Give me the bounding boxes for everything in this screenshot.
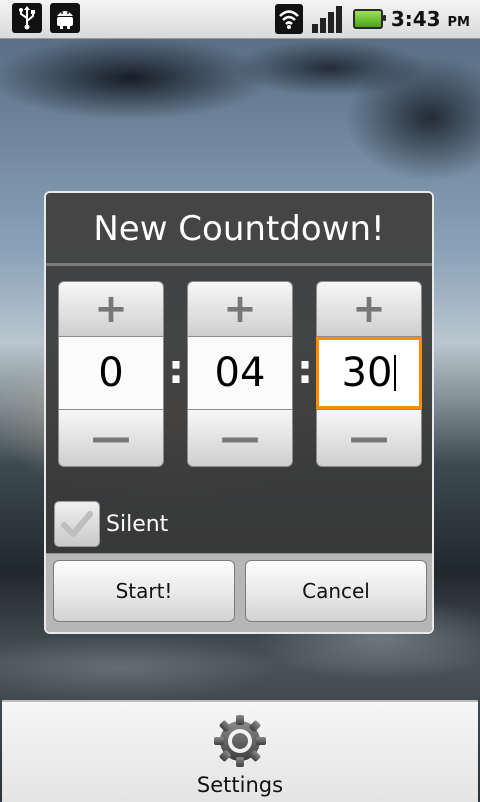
plus-icon: + (352, 286, 386, 332)
settings-gear-icon (214, 715, 266, 767)
minutes-input[interactable]: 04 (187, 337, 293, 409)
seconds-decrement-button[interactable]: — (316, 409, 422, 467)
checkmark-icon (61, 511, 93, 537)
hours-increment-button[interactable]: + (58, 281, 164, 337)
android-debug-icon (50, 3, 80, 33)
time-pickers: + 0 — : + 04 — : + 30 — (46, 281, 432, 471)
cancel-button[interactable]: Cancel (245, 560, 427, 622)
signal-icon (311, 4, 345, 34)
status-bar: 3:43 PM (0, 0, 480, 39)
hours-input[interactable]: 0 (58, 337, 164, 409)
battery-icon (352, 9, 386, 29)
separator-colon: : (168, 347, 184, 393)
silent-label: Silent (106, 511, 169, 537)
status-clock: 3:43 PM (391, 7, 470, 31)
plus-icon: + (223, 286, 257, 332)
options-menu: Settings (2, 700, 478, 802)
dialog-button-bar: Start! Cancel (46, 553, 432, 632)
usb-icon (12, 3, 42, 33)
seconds-input[interactable]: 30 (316, 337, 422, 409)
seconds-picker: + 30 — (316, 281, 422, 467)
text-caret (394, 355, 397, 391)
hours-picker: + 0 — (58, 281, 164, 467)
clock-ampm: PM (447, 15, 470, 30)
wifi-icon (274, 4, 303, 34)
minus-icon: — (349, 415, 389, 461)
new-countdown-dialog: New Countdown! + 0 — : + 04 —: + 30 — S… (44, 191, 434, 634)
seconds-increment-button[interactable]: + (316, 281, 422, 337)
hours-value: 0 (98, 350, 124, 396)
seconds-value: 30 (341, 350, 393, 396)
minutes-decrement-button[interactable]: — (187, 409, 293, 467)
hours-decrement-button[interactable]: — (58, 409, 164, 467)
separator-colon: : (297, 347, 313, 393)
minutes-picker: + 04 — (187, 281, 293, 467)
menu-item-label: Settings (196, 773, 284, 797)
silent-checkbox[interactable] (54, 501, 100, 547)
menu-item-settings[interactable]: Settings (2, 702, 478, 802)
minutes-value: 04 (214, 350, 266, 396)
silent-row: Silent (54, 500, 168, 548)
status-right: 3:43 PM (274, 0, 470, 38)
start-button[interactable]: Start! (53, 560, 235, 622)
minus-icon: — (220, 415, 260, 461)
dialog-title: New Countdown! (46, 193, 432, 266)
minutes-increment-button[interactable]: + (187, 281, 293, 337)
plus-icon: + (94, 286, 128, 332)
minus-icon: — (91, 415, 131, 461)
clock-time: 3:43 (390, 7, 441, 31)
